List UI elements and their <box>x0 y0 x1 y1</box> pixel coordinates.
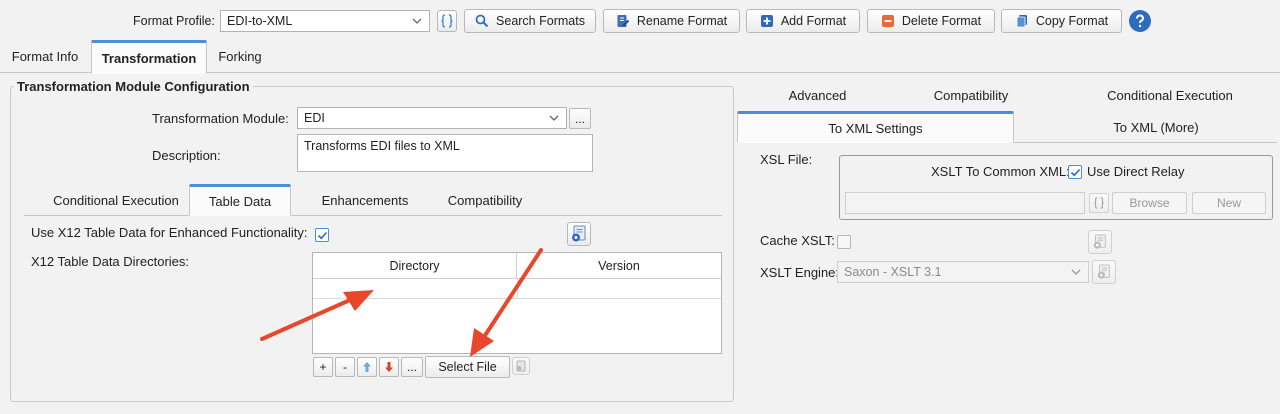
right-tab-compatibility-label: Compatibility <box>933 87 1009 103</box>
right-tab-advanced[interactable]: Advanced <box>760 80 875 110</box>
browse-button[interactable]: Browse <box>1112 192 1187 214</box>
right-tab-conditional-execution[interactable]: Conditional Execution <box>1100 80 1240 110</box>
new-button[interactable]: New <box>1192 192 1266 214</box>
settings-document-icon <box>1093 234 1106 249</box>
xslt-engine-label: XSLT Engine: <box>760 265 840 280</box>
arrow-annotation-select-file <box>470 248 543 357</box>
right-tab-compatibility[interactable]: Compatibility <box>915 80 1027 110</box>
cache-xslt-label: Cache XSLT: <box>760 233 835 248</box>
right-tab-to-xml-settings-label: To XML Settings <box>828 120 923 136</box>
settings-document-icon <box>1097 264 1110 279</box>
direct-relay-checkbox[interactable] <box>1068 165 1082 179</box>
arrow-annotation-directory <box>260 290 374 341</box>
new-label: New <box>1216 196 1241 210</box>
xslt-engine-select[interactable]: Saxon - XSLT 3.1 <box>837 261 1089 283</box>
right-tab-to-xml-more-label: To XML (More) <box>1113 119 1199 135</box>
cache-config-button[interactable] <box>1088 230 1112 254</box>
right-tab-advanced-label: Advanced <box>788 87 847 103</box>
cache-xslt-checkbox[interactable] <box>837 235 851 249</box>
xslt-engine-value: Saxon - XSLT 3.1 <box>844 265 942 279</box>
xsl-braces-button[interactable] <box>1089 193 1109 213</box>
chevron-down-icon <box>1071 269 1081 275</box>
right-tab-conditional-execution-label: Conditional Execution <box>1107 87 1233 103</box>
right-tab-to-xml-more[interactable]: To XML (More) <box>1040 112 1272 142</box>
direct-relay-label: Use Direct Relay <box>1087 164 1185 179</box>
xsl-file-input[interactable] <box>845 192 1085 214</box>
xsl-file-label: XSL File: <box>760 152 813 167</box>
engine-config-button[interactable] <box>1092 260 1116 284</box>
checkmark-icon <box>1070 168 1080 176</box>
browse-label: Browse <box>1129 196 1170 210</box>
right-tab-to-xml-settings[interactable]: To XML Settings <box>737 111 1014 143</box>
xslt-common-label: XSLT To Common XML: <box>931 164 1070 179</box>
braces-icon <box>1094 197 1104 209</box>
